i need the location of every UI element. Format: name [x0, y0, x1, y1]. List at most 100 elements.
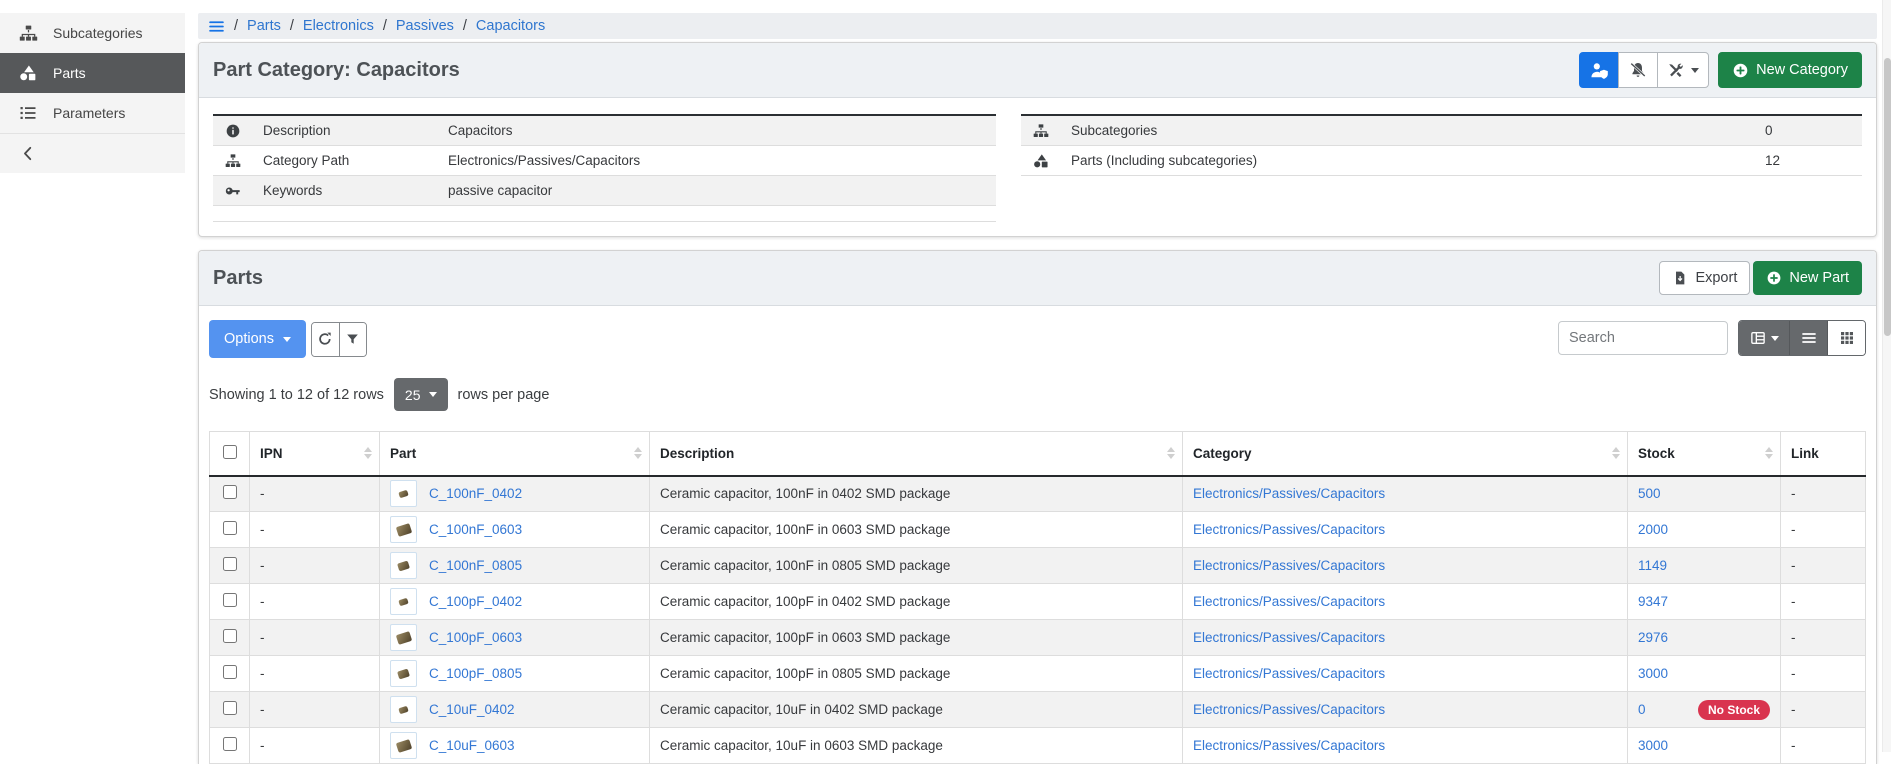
part-link[interactable]: C_100nF_0603: [429, 522, 522, 537]
unsubscribe-button[interactable]: [1618, 52, 1658, 88]
select-all-checkbox[interactable]: [223, 445, 237, 459]
row-checkbox[interactable]: [223, 593, 237, 607]
category-link[interactable]: Electronics/Passives/Capacitors: [1193, 522, 1385, 537]
breadcrumb-link-electronics[interactable]: Electronics: [303, 18, 374, 34]
sidebar-item-parts[interactable]: Parts: [0, 53, 185, 93]
scrollbar-thumb[interactable]: [1884, 58, 1891, 336]
menu-icon[interactable]: [208, 18, 225, 35]
sidebar-item-subcategories[interactable]: Subcategories: [0, 13, 185, 53]
part-link[interactable]: C_10uF_0603: [429, 738, 515, 753]
refresh-button[interactable]: [312, 323, 339, 356]
grid-view-button[interactable]: [1827, 321, 1865, 355]
row-checkbox[interactable]: [223, 737, 237, 751]
stock-link[interactable]: 9347: [1638, 594, 1668, 609]
stock-link[interactable]: 1149: [1638, 558, 1667, 573]
sort-icon[interactable]: [1167, 447, 1175, 459]
breadcrumb-link-passives[interactable]: Passives: [396, 18, 454, 34]
stock-link[interactable]: 2976: [1638, 630, 1668, 645]
options-dropdown-button[interactable]: Options: [209, 320, 306, 358]
row-checkbox[interactable]: [223, 485, 237, 499]
breadcrumb-link-capacitors[interactable]: Capacitors: [476, 18, 545, 34]
parts-table-body: - C_100nF_0402 Ceramic capacitor, 100nF in…: [210, 476, 1866, 764]
part-thumbnail[interactable]: [390, 516, 417, 543]
stock-link[interactable]: 2000: [1638, 522, 1668, 537]
column-header-stock[interactable]: Stock: [1628, 432, 1781, 476]
category-options-dropdown[interactable]: [1657, 52, 1709, 88]
category-actions: New Category: [1579, 52, 1862, 88]
sort-icon[interactable]: [364, 447, 372, 459]
page-size-dropdown[interactable]: 25: [394, 378, 448, 411]
stat-value: 0: [1765, 123, 1850, 138]
column-header-link[interactable]: Link: [1781, 432, 1866, 476]
search-input[interactable]: [1558, 321, 1728, 355]
description-cell: Ceramic capacitor, 100nF in 0402 SMD pac…: [650, 476, 1183, 512]
list-view-button[interactable]: [1789, 321, 1827, 355]
parts-table: IPN Part Description Category St: [209, 431, 1866, 764]
part-link[interactable]: C_100pF_0603: [429, 630, 522, 645]
stock-cell: 3000: [1638, 738, 1770, 753]
column-header-description[interactable]: Description: [650, 432, 1183, 476]
row-checkbox[interactable]: [223, 629, 237, 643]
category-link[interactable]: Electronics/Passives/Capacitors: [1193, 558, 1385, 573]
part-thumbnail[interactable]: [390, 660, 417, 687]
part-link[interactable]: C_10uF_0402: [429, 702, 515, 717]
part-thumbnail[interactable]: [390, 588, 417, 615]
link-cell: -: [1781, 548, 1866, 584]
row-checkbox[interactable]: [223, 665, 237, 679]
row-checkbox[interactable]: [223, 521, 237, 535]
stock-link[interactable]: 3000: [1638, 738, 1668, 753]
parts-toolbar: Options: [209, 320, 1866, 358]
page-scrollbar[interactable]: [1882, 0, 1891, 752]
table-row: -C_100nF_0402Ceramic capacitor, 100nF in…: [210, 476, 1866, 512]
stock-link[interactable]: 0: [1638, 702, 1646, 717]
column-header-category[interactable]: Category: [1183, 432, 1628, 476]
detail-value: passive capacitor: [448, 183, 552, 198]
table-row: -C_100pF_0603Ceramic capacitor, 100pF in…: [210, 620, 1866, 656]
part-cell: C_100pF_0603: [390, 624, 639, 651]
stock-cell: 9347: [1638, 594, 1770, 609]
category-stats-table: Subcategories 0 Parts (Including subcate…: [1021, 114, 1862, 222]
row-checkbox[interactable]: [223, 701, 237, 715]
table-row: -C_100nF_0805Ceramic capacitor, 100nF in…: [210, 548, 1866, 584]
part-cell: C_10uF_0603: [390, 732, 639, 759]
tools-icon: [1667, 62, 1684, 79]
part-thumbnail[interactable]: [390, 624, 417, 651]
subscribe-user-button[interactable]: [1579, 52, 1619, 88]
stock-link[interactable]: 500: [1638, 486, 1661, 501]
new-category-button[interactable]: New Category: [1718, 52, 1862, 88]
column-header-ipn[interactable]: IPN: [250, 432, 380, 476]
export-button[interactable]: Export: [1659, 261, 1750, 295]
category-link[interactable]: Electronics/Passives/Capacitors: [1193, 486, 1385, 501]
row-checkbox[interactable]: [223, 557, 237, 571]
new-part-button[interactable]: New Part: [1753, 261, 1862, 295]
part-link[interactable]: C_100pF_0805: [429, 666, 522, 681]
category-card-header: Part Category: Capacitors N: [199, 43, 1876, 98]
sitemap-icon: [18, 24, 38, 43]
refresh-icon: [317, 331, 333, 347]
part-thumbnail[interactable]: [390, 552, 417, 579]
sidebar-collapse-button[interactable]: [0, 133, 185, 173]
breadcrumb-link-parts[interactable]: Parts: [247, 18, 281, 34]
category-link[interactable]: Electronics/Passives/Capacitors: [1193, 630, 1385, 645]
part-link[interactable]: C_100pF_0402: [429, 594, 522, 609]
part-link[interactable]: C_100nF_0402: [429, 486, 522, 501]
stock-link[interactable]: 3000: [1638, 666, 1668, 681]
category-link[interactable]: Electronics/Passives/Capacitors: [1193, 594, 1385, 609]
part-thumbnail[interactable]: [390, 732, 417, 759]
column-header-part[interactable]: Part: [380, 432, 650, 476]
filter-button[interactable]: [339, 323, 366, 356]
sidebar-item-parameters[interactable]: Parameters: [0, 93, 185, 133]
category-link[interactable]: Electronics/Passives/Capacitors: [1193, 666, 1385, 681]
user-shield-icon: [1590, 61, 1609, 80]
part-link[interactable]: C_100nF_0805: [429, 558, 522, 573]
columns-dropdown-button[interactable]: [1739, 321, 1789, 355]
part-thumbnail[interactable]: [390, 696, 417, 723]
category-link[interactable]: Electronics/Passives/Capacitors: [1193, 702, 1385, 717]
part-thumbnail[interactable]: [390, 480, 417, 507]
sort-icon[interactable]: [1765, 447, 1773, 459]
sort-icon[interactable]: [1612, 447, 1620, 459]
stat-row-subcategories: Subcategories 0: [1021, 116, 1862, 146]
ipn-cell: -: [250, 548, 380, 584]
sort-icon[interactable]: [634, 447, 642, 459]
category-link[interactable]: Electronics/Passives/Capacitors: [1193, 738, 1385, 753]
